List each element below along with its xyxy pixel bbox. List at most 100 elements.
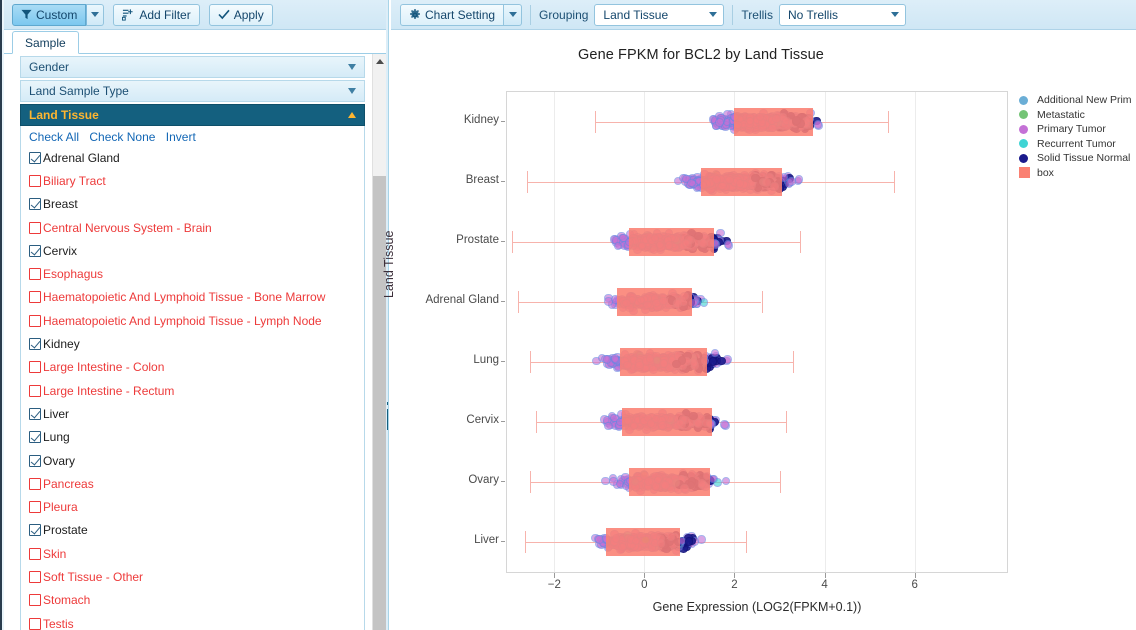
apply-button[interactable]: Apply	[208, 3, 273, 26]
checklist-item[interactable]: Soft Tissue - Other	[21, 565, 364, 588]
checklist-item[interactable]: Large Intestine - Rectum	[21, 379, 364, 402]
checkbox[interactable]	[29, 454, 41, 467]
y-axis-tick-mark	[501, 241, 505, 242]
checklist-item[interactable]: Prostate	[21, 519, 364, 542]
filter-section-gender-label: Gender	[29, 60, 70, 74]
checkbox[interactable]	[29, 174, 41, 187]
checkbox[interactable]	[29, 244, 41, 257]
checkbox[interactable]	[29, 524, 41, 537]
checklist-item[interactable]: Central Nervous System - Brain	[21, 216, 364, 239]
add-filter-button[interactable]: Add Filter	[113, 3, 200, 26]
boxplot-whisker-cap	[761, 291, 763, 313]
checkbox[interactable]	[29, 407, 41, 420]
legend-item[interactable]: Recurrent Tumor	[1019, 137, 1136, 152]
chart-setting-label: Chart Setting	[425, 7, 496, 22]
x-axis-tick-label: 2	[731, 579, 738, 591]
legend-label: Metastatic	[1037, 108, 1085, 121]
checkbox[interactable]	[29, 151, 41, 164]
checkbox[interactable]	[29, 268, 41, 281]
tab-strip: Sample	[4, 30, 388, 54]
checklist-item[interactable]: Lung	[21, 426, 364, 449]
grid-line	[824, 92, 826, 572]
checkbox[interactable]	[29, 361, 41, 374]
trellis-select[interactable]: No Trellis	[778, 3, 906, 26]
checklist-item-label: Esophagus	[43, 267, 104, 282]
custom-filter-dropdown-button[interactable]	[86, 3, 105, 26]
chart-title: Gene FPKM for BCL2 by Land Tissue	[578, 47, 824, 63]
y-axis-tick-label: Liver	[474, 534, 499, 546]
checkbox[interactable]	[29, 501, 41, 514]
checklist-item[interactable]: Skin	[21, 542, 364, 565]
checkbox[interactable]	[29, 594, 41, 607]
boxplot-whisker-cap	[786, 411, 788, 433]
splitter-grip[interactable]	[386, 402, 388, 430]
y-axis-tick-mark	[501, 481, 505, 482]
legend-item[interactable]: Metastatic	[1019, 108, 1136, 123]
checklist-item[interactable]: Kidney	[21, 332, 364, 355]
check-none-link[interactable]: Check None	[89, 130, 155, 144]
legend-item[interactable]: Solid Tissue Normal	[1019, 151, 1136, 166]
checklist-item[interactable]: Liver	[21, 402, 364, 425]
filter-scrollbar[interactable]	[372, 54, 387, 630]
checkbox[interactable]	[29, 477, 41, 490]
checklist-item[interactable]: Breast	[21, 193, 364, 216]
checklist-item[interactable]: Cervix	[21, 239, 364, 262]
scatter-point	[601, 476, 610, 486]
splitter-grip-bar	[387, 409, 388, 430]
checkbox[interactable]	[29, 338, 41, 351]
boxplot-box	[606, 528, 681, 556]
grid-line	[554, 92, 556, 572]
boxplot-box	[617, 288, 692, 316]
checklist-item[interactable]: Large Intestine - Colon	[21, 356, 364, 379]
checklist-item[interactable]: Biliary Tract	[21, 169, 364, 192]
checklist-item-label: Large Intestine - Rectum	[43, 383, 175, 398]
checkbox[interactable]	[29, 198, 41, 211]
legend-item[interactable]: Primary Tumor	[1019, 122, 1136, 137]
checkbox[interactable]	[29, 221, 41, 234]
chart-panel: Chart Setting Grouping Land Tissue Trell…	[382, 0, 1136, 630]
checkbox[interactable]	[29, 431, 41, 444]
filter-section-land-tissue[interactable]: Land Tissue	[20, 104, 365, 126]
checkbox[interactable]	[29, 547, 41, 560]
scatter-point	[604, 421, 613, 431]
checklist-item[interactable]: Haematopoietic And Lymphoid Tissue - Bon…	[21, 286, 364, 309]
check-all-link[interactable]: Check All	[29, 130, 79, 144]
filter-section-land-sample-type[interactable]: Land Sample Type	[20, 80, 365, 102]
checklist-item[interactable]: Adrenal Gland	[21, 146, 364, 169]
legend-item[interactable]: box	[1019, 166, 1136, 181]
legend-label: Solid Tissue Normal	[1037, 152, 1131, 165]
checklist-item[interactable]: Ovary	[21, 449, 364, 472]
x-axis-tick-mark	[914, 573, 916, 578]
y-axis-tick-label: Cervix	[466, 414, 499, 426]
boxplot-box	[734, 108, 814, 136]
checklist-item[interactable]: Pleura	[21, 495, 364, 518]
invert-link[interactable]: Invert	[166, 130, 196, 144]
chart-setting-button[interactable]: Chart Setting	[400, 3, 505, 26]
checklist-item[interactable]: Testis	[21, 612, 364, 630]
panel-splitter[interactable]	[386, 0, 388, 630]
checkbox[interactable]	[29, 570, 41, 583]
filter-section-gender[interactable]: Gender	[20, 56, 365, 78]
chevron-down-icon	[348, 88, 356, 94]
checkbox[interactable]	[29, 384, 41, 397]
custom-filter-button[interactable]: Custom	[12, 3, 87, 26]
boxplot-whisker-cap	[529, 351, 531, 373]
checkbox[interactable]	[29, 617, 41, 630]
scatter-point	[715, 118, 724, 127]
checklist-item[interactable]: Stomach	[21, 589, 364, 612]
chevron-up-icon	[376, 58, 384, 64]
scatter-point	[708, 357, 718, 366]
checkbox[interactable]	[29, 291, 41, 304]
scroll-up-button[interactable]	[373, 54, 387, 68]
scatter-point	[717, 356, 726, 365]
checklist-item[interactable]: Esophagus	[21, 262, 364, 285]
y-axis-tick-mark	[501, 541, 505, 542]
checklist-item[interactable]: Haematopoietic And Lymphoid Tissue - Lym…	[21, 309, 364, 332]
tab-sample[interactable]: Sample	[12, 31, 79, 54]
legend-item[interactable]: Additional New Prim	[1019, 93, 1136, 108]
chart-setting-dropdown-button[interactable]	[504, 3, 523, 26]
checklist-item[interactable]: Pancreas	[21, 472, 364, 495]
grouping-select[interactable]: Land Tissue	[594, 3, 725, 26]
checklist-item-label: Ovary	[43, 453, 76, 468]
checkbox[interactable]	[29, 314, 41, 327]
